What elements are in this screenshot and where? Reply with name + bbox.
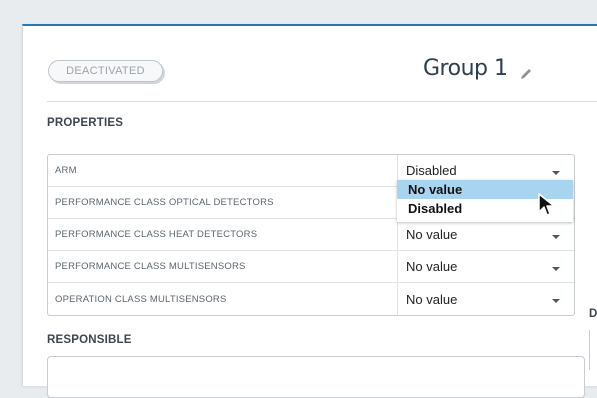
- property-row-multisensors: PERFORMANCE CLASS MULTISENSORS No value: [48, 251, 574, 283]
- chevron-down-icon: [552, 299, 560, 303]
- chevron-down-icon: [552, 170, 560, 175]
- select-value: No value: [406, 291, 458, 307]
- responsible-field[interactable]: [47, 356, 585, 398]
- property-select-heat[interactable]: No value: [398, 219, 574, 250]
- responsible-heading: RESPONSIBLE: [47, 334, 132, 346]
- mouse-cursor-icon: [538, 193, 555, 216]
- chevron-down-icon: [552, 266, 560, 271]
- select-value: No value: [406, 227, 458, 242]
- property-label: PERFORMANCE CLASS MULTISENSORS: [48, 251, 398, 282]
- select-value: Disabled: [406, 163, 457, 178]
- property-label: OPERATION CLASS MULTISENSORS: [48, 283, 398, 315]
- chevron-down-icon: [552, 234, 560, 239]
- property-select-multisensors[interactable]: No value: [398, 251, 574, 282]
- property-row-heat: PERFORMANCE CLASS HEAT DETECTORS No valu…: [48, 219, 574, 251]
- select-value: No value: [406, 259, 458, 274]
- status-badge[interactable]: DEACTIVATED: [48, 60, 163, 82]
- truncated-heading: DI: [589, 308, 597, 320]
- group-title: Group 1: [423, 56, 533, 81]
- property-label: ARM: [48, 155, 398, 186]
- truncated-field[interactable]: [589, 330, 597, 370]
- header-divider: [47, 101, 597, 102]
- properties-heading: PROPERTIES: [47, 117, 124, 129]
- property-label: PERFORMANCE CLASS HEAT DETECTORS: [48, 219, 398, 250]
- properties-table: ARM Disabled PERFORMANCE CLASS OPTICAL D…: [47, 154, 575, 316]
- property-row-operation: OPERATION CLASS MULTISENSORS No value: [48, 283, 574, 315]
- group-title-text: Group 1: [423, 56, 508, 81]
- property-label: PERFORMANCE CLASS OPTICAL DETECTORS: [48, 187, 398, 218]
- pencil-icon[interactable]: [519, 62, 533, 79]
- property-select-operation[interactable]: No value: [398, 283, 574, 315]
